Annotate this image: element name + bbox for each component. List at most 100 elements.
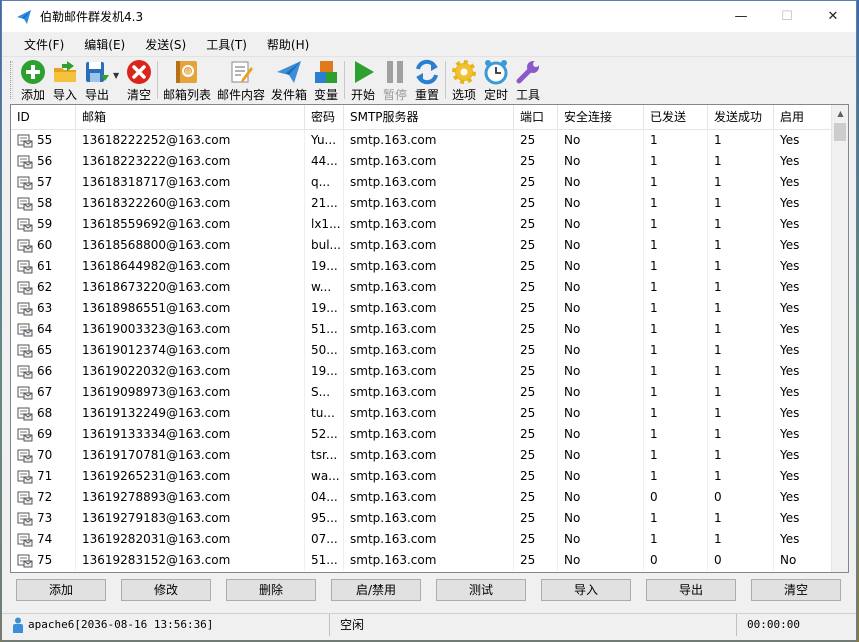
- toolbar-options-button[interactable]: 选项: [448, 57, 480, 103]
- toolbar-mailbox-list-button[interactable]: @ 邮箱列表: [160, 57, 214, 103]
- scroll-up-icon[interactable]: ▲: [832, 105, 848, 122]
- table-row[interactable]: 74 13619282031@163.com 07... smtp.163.com 25…: [11, 529, 832, 550]
- cell-secure: No: [558, 235, 644, 256]
- column-header-email[interactable]: 邮箱: [76, 105, 305, 130]
- toolbar-reset-button[interactable]: 重置: [411, 57, 443, 103]
- toolbar-timer-button[interactable]: 定时: [480, 57, 512, 103]
- table-row[interactable]: 59 13618559692@163.com lx1... smtp.163.com 2…: [11, 214, 832, 235]
- column-header-secure[interactable]: 安全连接: [558, 105, 644, 130]
- column-header-port[interactable]: 端口: [514, 105, 558, 130]
- title-bar: 伯勒邮件群发机4.3 — ☐ ✕: [2, 1, 856, 32]
- table-row[interactable]: 66 13619022032@163.com 19... smtp.163.com 25…: [11, 361, 832, 382]
- cell-port: 25: [514, 508, 558, 529]
- table-row[interactable]: 69 13619133334@163.com 52... smtp.163.com 25…: [11, 424, 832, 445]
- cell-sent: 1: [644, 172, 708, 193]
- cell-id: 58: [11, 193, 76, 214]
- toolbar-export-button[interactable]: 导出: [81, 57, 113, 103]
- menu-tools[interactable]: 工具(T): [196, 36, 257, 53]
- menu-send[interactable]: 发送(S): [135, 36, 196, 53]
- toolbar-start-button[interactable]: 开始: [347, 57, 379, 103]
- cell-secure: No: [558, 550, 644, 571]
- toolbar-add-button[interactable]: 添加: [17, 57, 49, 103]
- toolbar-variables-button[interactable]: 变量: [310, 57, 342, 103]
- cell-sent: 1: [644, 256, 708, 277]
- mailbox-row-icon: [17, 428, 33, 441]
- cell-port: 25: [514, 193, 558, 214]
- cell-id: 59: [11, 214, 76, 235]
- table-row[interactable]: 63 13618986551@163.com 19... smtp.163.com 25…: [11, 298, 832, 319]
- cell-sent: 1: [644, 235, 708, 256]
- export-dropdown-chevron-icon[interactable]: ▼: [113, 57, 123, 80]
- scrollbar-thumb[interactable]: [834, 123, 846, 141]
- table-row[interactable]: 56 13618223222@163.com 44... smtp.163.com 25…: [11, 151, 832, 172]
- table-row[interactable]: 60 13618568800@163.com bul... smtp.163.com 2…: [11, 235, 832, 256]
- table-row[interactable]: 65 13619012374@163.com 50... smtp.163.com 25…: [11, 340, 832, 361]
- table-row[interactable]: 71 13619265231@163.com wa... smtp.163.com 25…: [11, 466, 832, 487]
- cell-email: 13619098973@163.com: [76, 382, 305, 403]
- column-header-enabled[interactable]: 启用: [774, 105, 832, 130]
- cell-password: 21...: [305, 193, 344, 214]
- cell-success: 1: [708, 361, 774, 382]
- cell-secure: No: [558, 466, 644, 487]
- enable-disable-button[interactable]: 启/禁用: [331, 579, 421, 601]
- delete-button[interactable]: 删除: [226, 579, 316, 601]
- maximize-button[interactable]: ☐: [764, 1, 810, 32]
- cell-port: 25: [514, 382, 558, 403]
- cell-success: 1: [708, 424, 774, 445]
- table-row[interactable]: 70 13619170781@163.com tsr... smtp.163.com 2…: [11, 445, 832, 466]
- cell-enabled: Yes: [774, 340, 832, 361]
- column-header-password[interactable]: 密码: [305, 105, 344, 130]
- mailbox-row-icon: [17, 344, 33, 357]
- column-header-sent[interactable]: 已发送: [644, 105, 708, 130]
- toolbar-tools-button[interactable]: 工具: [512, 57, 544, 103]
- table-row[interactable]: 67 13619098973@163.com S... smtp.163.com 25 N…: [11, 382, 832, 403]
- table-row[interactable]: 75 13619283152@163.com 51... smtp.163.com 25…: [11, 550, 832, 571]
- edit-button[interactable]: 修改: [121, 579, 211, 601]
- cell-sent: 1: [644, 319, 708, 340]
- cell-smtp-server: smtp.163.com: [344, 277, 514, 298]
- table-row[interactable]: 64 13619003323@163.com 51... smtp.163.com 25…: [11, 319, 832, 340]
- table-row[interactable]: 58 13618322260@163.com 21... smtp.163.com 25…: [11, 193, 832, 214]
- column-header-id[interactable]: ID: [11, 105, 76, 130]
- add-icon: [21, 60, 45, 84]
- menu-help[interactable]: 帮助(H): [257, 36, 319, 53]
- column-header-smtp-server[interactable]: SMTP服务器: [344, 105, 514, 130]
- table-row[interactable]: 68 13619132249@163.com tu... smtp.163.com 25…: [11, 403, 832, 424]
- vertical-scrollbar[interactable]: ▲: [831, 105, 848, 572]
- menu-file[interactable]: 文件(F): [14, 36, 74, 53]
- table-row[interactable]: 73 13619279183@163.com 95... smtp.163.com 25…: [11, 508, 832, 529]
- cell-enabled: Yes: [774, 172, 832, 193]
- mailbox-row-icon: [17, 365, 33, 378]
- cell-password: tu...: [305, 403, 344, 424]
- status-user-text: apache6[2036-08-16 13:56:36]: [28, 618, 214, 631]
- cell-id-text: 63: [37, 301, 53, 315]
- table-row[interactable]: 61 13618644982@163.com 19... smtp.163.com 25…: [11, 256, 832, 277]
- export-button[interactable]: 导出: [646, 579, 736, 601]
- cell-password: 19...: [305, 298, 344, 319]
- mailbox-row-icon: [17, 134, 33, 147]
- cell-smtp-server: smtp.163.com: [344, 487, 514, 508]
- cell-password: wa...: [305, 466, 344, 487]
- clear-button[interactable]: 清空: [751, 579, 841, 601]
- cell-port: 25: [514, 319, 558, 340]
- toolbar-sender-button[interactable]: 发件箱: [268, 57, 310, 103]
- close-button[interactable]: ✕: [810, 1, 856, 32]
- menu-edit[interactable]: 编辑(E): [74, 36, 135, 53]
- table-row[interactable]: 55 13618222252@163.com Yu... smtp.163.com 25…: [11, 130, 832, 151]
- table-row[interactable]: 57 13618318717@163.com q... smtp.163.com 25 N…: [11, 172, 832, 193]
- table-header: ID 邮箱 密码 SMTP服务器 端口 安全连接 已发送 发送成功 启用: [11, 105, 832, 130]
- mailbox-row-icon: [17, 470, 33, 483]
- toolbar-mail-content-button[interactable]: 邮件内容: [214, 57, 268, 103]
- table-row[interactable]: 62 13618673220@163.com w... smtp.163.com 25 N…: [11, 277, 832, 298]
- toolbar-import-button[interactable]: 导入: [49, 57, 81, 103]
- add-button[interactable]: 添加: [16, 579, 106, 601]
- test-button[interactable]: 测试: [436, 579, 526, 601]
- column-header-success[interactable]: 发送成功: [708, 105, 774, 130]
- mailbox-table[interactable]: ID 邮箱 密码 SMTP服务器 端口 安全连接 已发送 发送成功 启用 55 1…: [10, 104, 849, 573]
- toolbar-clear-button[interactable]: 清空: [123, 57, 155, 103]
- toolbar-pause-button[interactable]: 暂停: [379, 57, 411, 103]
- table-row[interactable]: 72 13619278893@163.com 04... smtp.163.com 25…: [11, 487, 832, 508]
- import-button[interactable]: 导入: [541, 579, 631, 601]
- minimize-button[interactable]: —: [718, 1, 764, 32]
- toolbar-grip[interactable]: [10, 61, 13, 99]
